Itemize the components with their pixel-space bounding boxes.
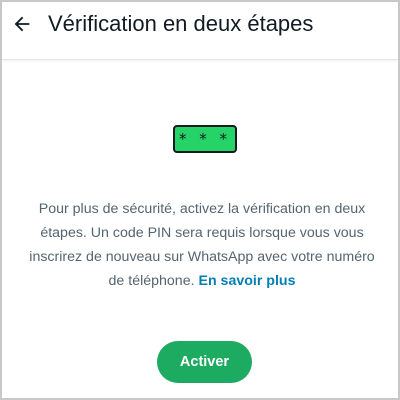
learn-more-link[interactable]: En savoir plus (198, 273, 295, 289)
pin-badge-icon: * * * (173, 125, 237, 153)
page-title: Vérification en deux étapes (48, 11, 314, 36)
app-bar: Vérification en deux étapes (2, 2, 398, 60)
pin-badge-text: * * * (178, 130, 232, 148)
arrow-left-icon (14, 16, 30, 32)
screen-frame: Vérification en deux étapes * * * Pour p… (0, 0, 400, 400)
back-button[interactable] (6, 8, 38, 40)
description-text: Pour plus de sécurité, activez la vérifi… (22, 197, 382, 293)
activate-button[interactable]: Activer (157, 341, 252, 383)
